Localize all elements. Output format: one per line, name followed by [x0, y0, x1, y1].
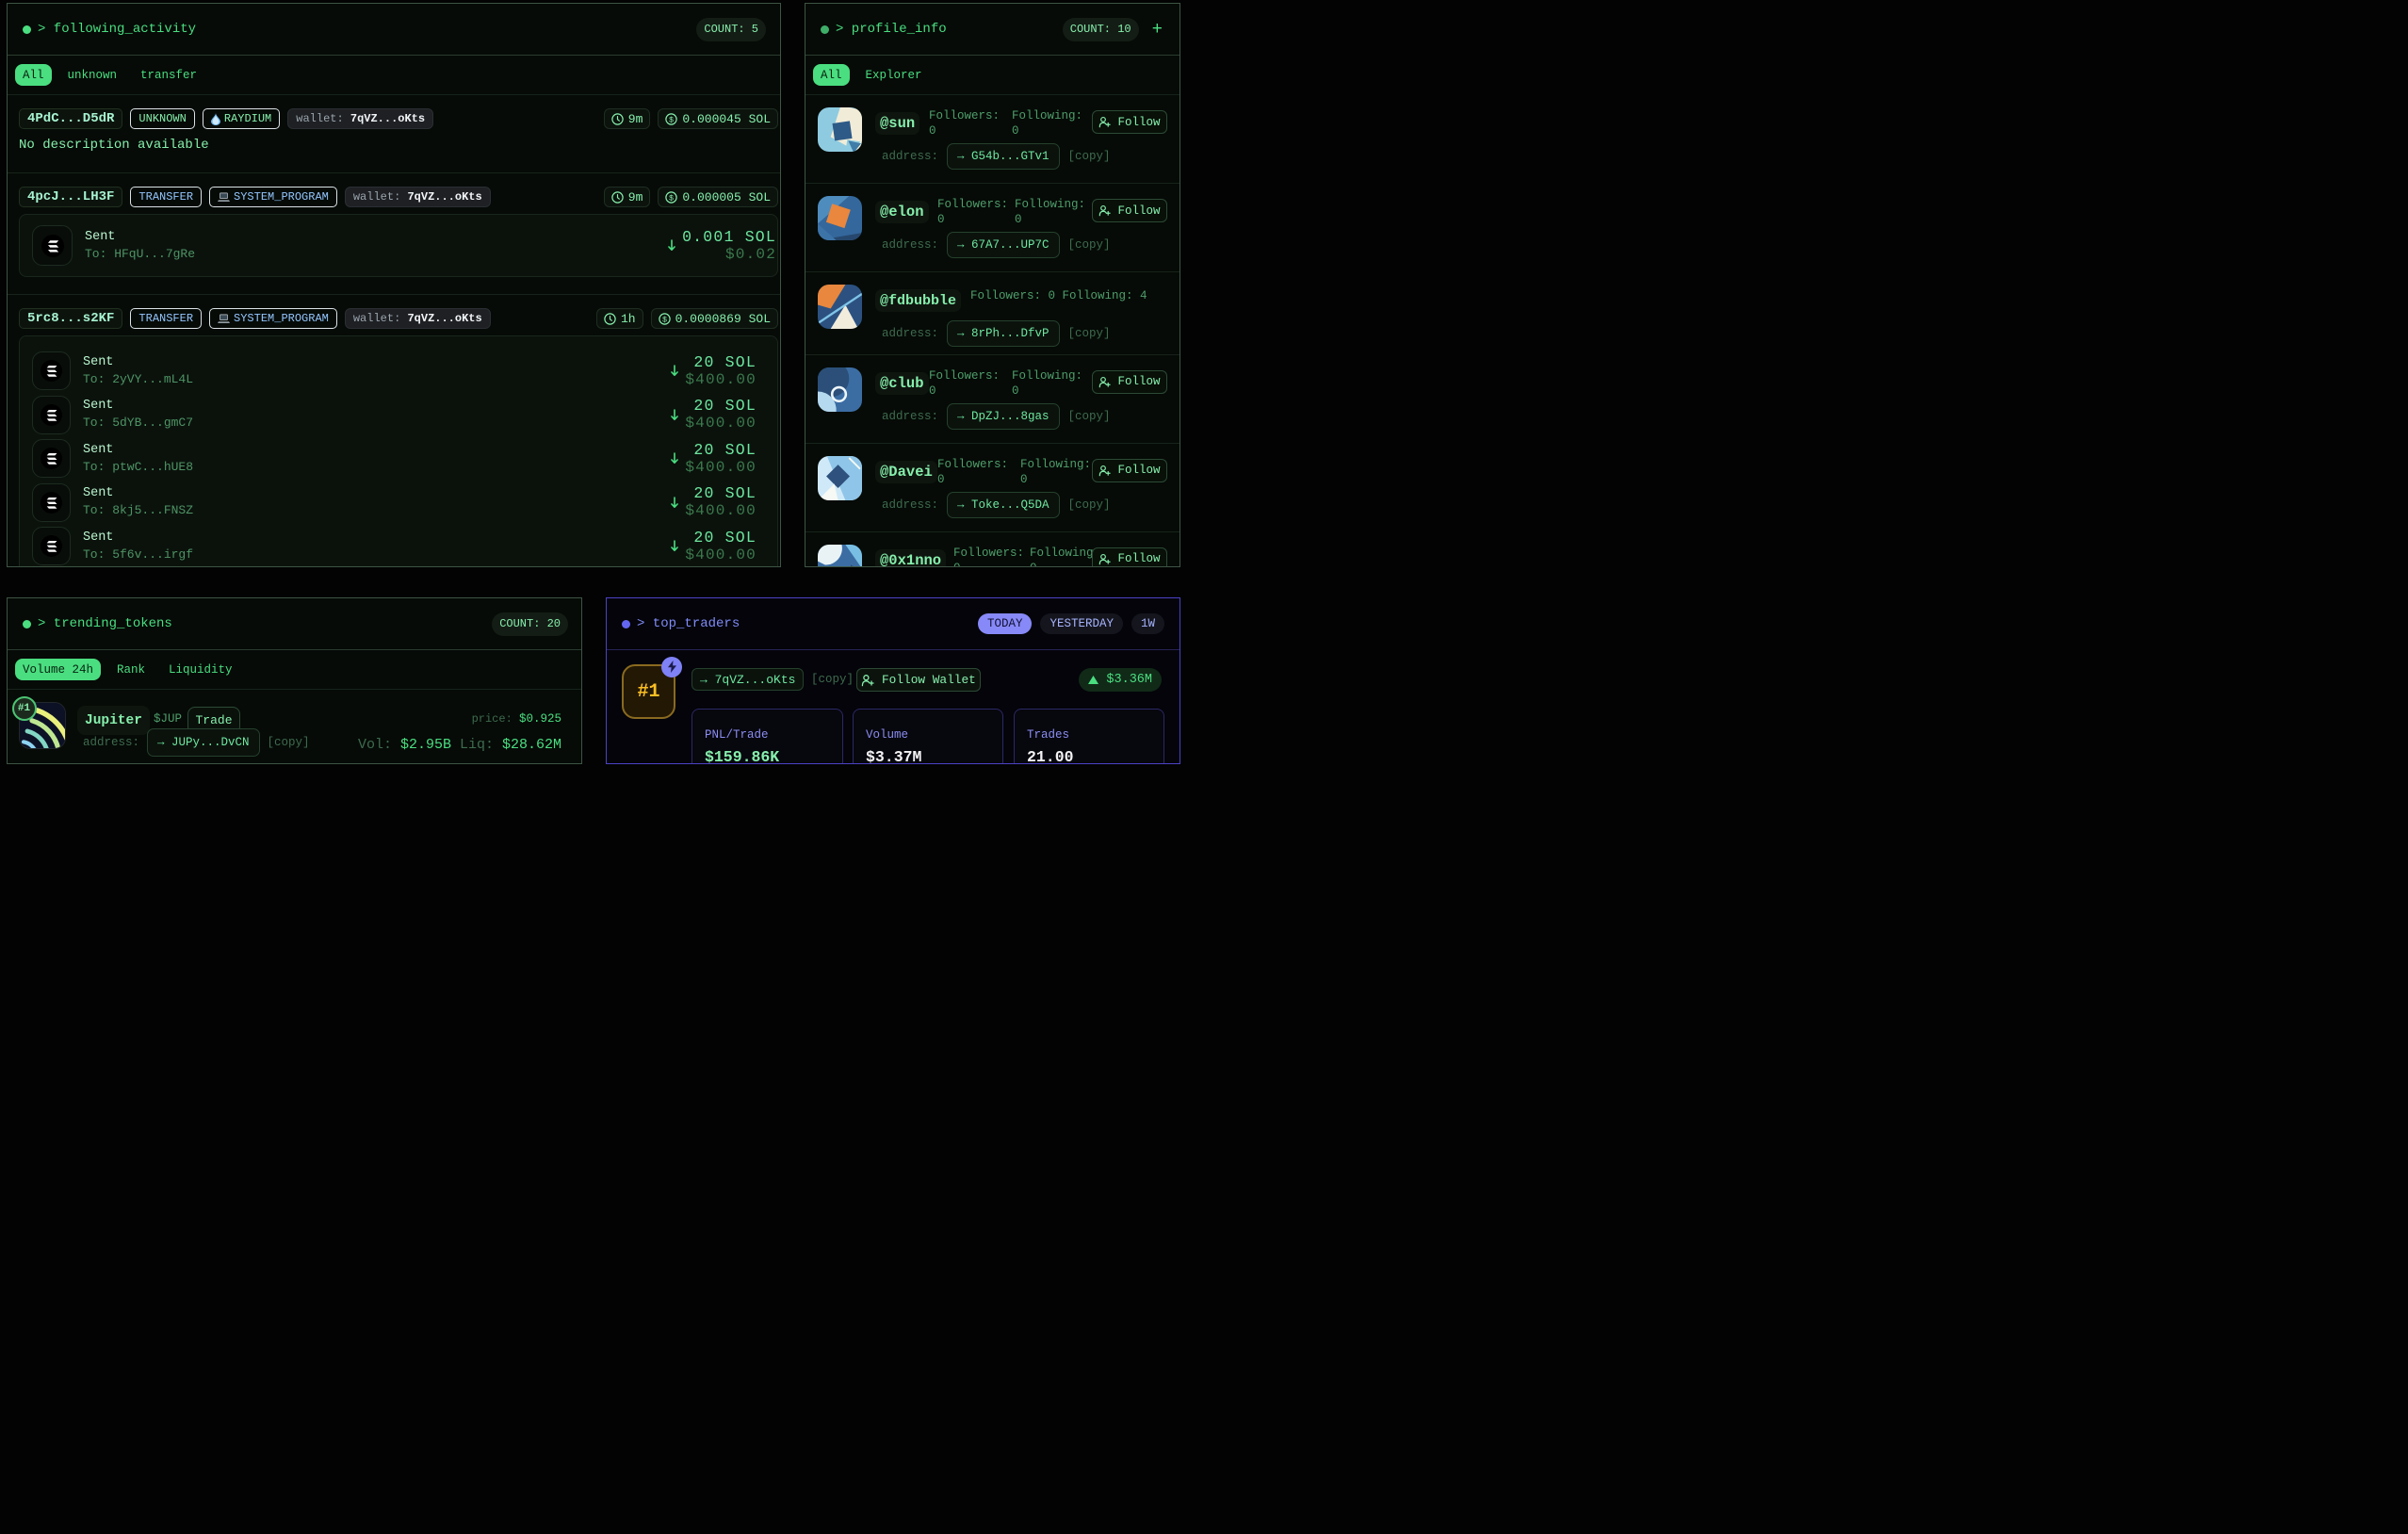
svg-text:$: $ — [669, 115, 674, 124]
svg-text:$: $ — [662, 315, 667, 324]
svg-text:$: $ — [669, 193, 674, 203]
